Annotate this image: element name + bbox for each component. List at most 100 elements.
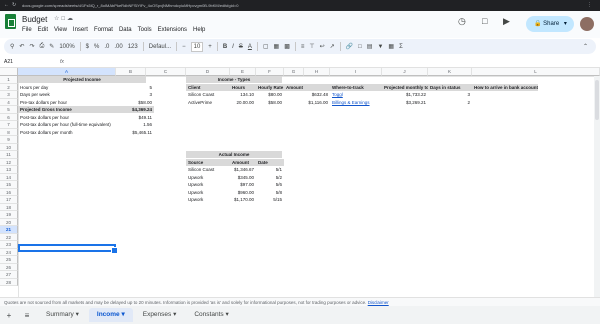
redo-icon[interactable]: ↷ [29,43,34,50]
zoom-select[interactable]: 100% [59,44,74,50]
row-header-19[interactable]: 19 [0,211,18,219]
projected-income-label[interactable]: Days per week [18,91,116,98]
text-color-icon[interactable]: A [248,44,252,50]
column-header-l[interactable]: L [472,68,600,76]
borders-icon[interactable]: ▦ [274,43,280,50]
column-header-k[interactable]: K [428,68,472,76]
history-icon[interactable]: ◷ [458,16,466,26]
actual-income-cell[interactable]: Upwork [186,196,230,203]
actual-income-cell[interactable]: 5/1 [256,166,284,173]
filter-icon[interactable]: ▼ [377,44,383,50]
income-types-cell[interactable]: $80.00 [256,91,284,98]
income-types-column-header[interactable]: Amount [284,83,330,91]
income-types-cell[interactable]: 134.10 [230,91,256,98]
rotate-icon[interactable]: ↗ [330,43,335,50]
undo-icon[interactable]: ↶ [19,43,24,50]
add-sheet-icon[interactable]: + [0,311,18,320]
font-select[interactable]: Defaul... [149,44,171,50]
wrap-icon[interactable]: ↩ [320,43,325,50]
projected-income-label[interactable]: Projected Gross Income [18,106,116,113]
menu-format[interactable]: Format [94,26,113,34]
projected-income-value[interactable]: $5,465.11 [116,129,154,136]
income-types-cell[interactable] [472,91,538,98]
income-types-column-header[interactable]: How to arrive in bank account [472,83,538,91]
projected-income-value[interactable]: $49.11 [116,114,154,121]
font-size-input[interactable]: 10 [190,41,204,52]
income-types-cell[interactable]: Toggl [330,91,382,98]
column-header-h[interactable]: H [304,68,330,76]
row-header-13[interactable]: 13 [0,166,18,174]
valign-icon[interactable]: ⊤ [309,43,314,50]
all-sheets-icon[interactable]: ≡ [18,311,36,320]
print-icon[interactable]: ⎙ [39,43,44,50]
row-header-1[interactable]: 1 [0,76,18,84]
projected-income-value[interactable]: $4,369.24 [116,106,154,113]
name-box[interactable]: A21 [4,58,44,67]
row-header-12[interactable]: 12 [0,158,18,166]
avatar[interactable] [580,17,594,31]
income-types-column-header[interactable]: Hourly Rate [256,83,284,91]
actual-income-cell[interactable]: $1,170.00 [230,196,256,203]
actual-income-cell[interactable]: 5/15 [256,196,284,203]
row-header-2[interactable]: 2 [0,83,18,91]
projected-income-label[interactable]: Hours per day [18,84,116,91]
spreadsheet-grid[interactable]: ABCDEFGHIJKL 1 2 3 4 5 6 7 8 9 10 11 12 13 14 15 16 17 18… [0,68,600,297]
actual-income-column-header[interactable]: Source [186,158,230,166]
row-header-5[interactable]: 5 [0,106,18,114]
chevron-down-icon[interactable]: ▾ [564,21,567,27]
select-all-corner[interactable] [0,68,18,76]
actual-income-cell[interactable]: $97.00 [230,181,256,188]
actual-income-cell[interactable]: 5/6 [256,181,284,188]
comment-add-icon[interactable]: □ [358,44,362,50]
row-header-6[interactable]: 6 [0,113,18,121]
row-header-26[interactable]: 26 [0,263,18,271]
income-types-column-header[interactable]: Projected monthly total [382,83,428,91]
percent-icon[interactable]: % [94,44,99,50]
row-header-9[interactable]: 9 [0,136,18,144]
currency-icon[interactable]: $ [86,44,89,50]
search-menus-icon[interactable]: ⚲ [10,43,14,50]
row-header-10[interactable]: 10 [0,143,18,151]
row-header-24[interactable]: 24 [0,248,18,256]
tab-income[interactable]: Income ▾ [88,308,133,322]
row-header-7[interactable]: 7 [0,121,18,129]
income-types-column-header[interactable]: Where-to-track [330,83,382,91]
url-bar[interactable]: docs.google.com/spreadsheets/d/1Fs5lQ_r_… [22,2,382,9]
tab-menu-icon[interactable]: ▾ [74,311,79,318]
row-header-18[interactable]: 18 [0,203,18,211]
income-types-cell[interactable]: $632.48 [284,91,330,98]
link-icon[interactable]: 🔗 [346,43,353,50]
menu-tools[interactable]: Tools [138,26,152,34]
menu-view[interactable]: View [54,26,67,34]
collapse-toolbar-icon[interactable]: ⌃ [583,43,588,50]
income-types-cell[interactable]: 20.00.00 [230,99,256,106]
income-types-cell[interactable]: Billings & Earnings [330,99,382,106]
column-header-g[interactable]: G [284,68,304,76]
menu-help[interactable]: Help [193,26,205,34]
row-header-22[interactable]: 22 [0,233,18,241]
actual-income-cell[interactable]: $1,346.67 [230,166,256,173]
column-header-c[interactable]: C [146,68,186,76]
actual-income-cell[interactable]: Upwork [186,181,230,188]
column-header-d[interactable]: D [186,68,230,76]
menu-data[interactable]: Data [119,26,132,34]
income-types-header[interactable]: Income - Types [186,76,282,83]
back-icon[interactable]: ← [4,2,9,9]
share-button[interactable]: 🔒 Share ▾ [526,16,574,32]
projected-income-value[interactable]: 5 [116,84,154,91]
column-header-b[interactable]: B [116,68,146,76]
align-icon[interactable]: ≡ [301,44,305,50]
row-header-25[interactable]: 25 [0,256,18,264]
income-types-cell[interactable] [472,99,538,106]
row-header-23[interactable]: 23 [0,241,18,249]
functions-icon[interactable]: Σ [399,44,403,50]
increase-decimal-icon[interactable]: .00 [114,44,122,50]
column-header-f[interactable]: F [256,68,284,76]
tab-constants[interactable]: Constants ▾ [186,308,236,322]
row-header-15[interactable]: 15 [0,181,18,189]
italic-icon[interactable]: I [232,44,234,50]
income-types-column-header[interactable]: Days in status [428,83,472,91]
tab-menu-icon[interactable]: ▾ [224,311,228,318]
actual-income-cell[interactable]: Upwork [186,189,230,196]
scrollbar-thumb[interactable] [595,80,599,120]
